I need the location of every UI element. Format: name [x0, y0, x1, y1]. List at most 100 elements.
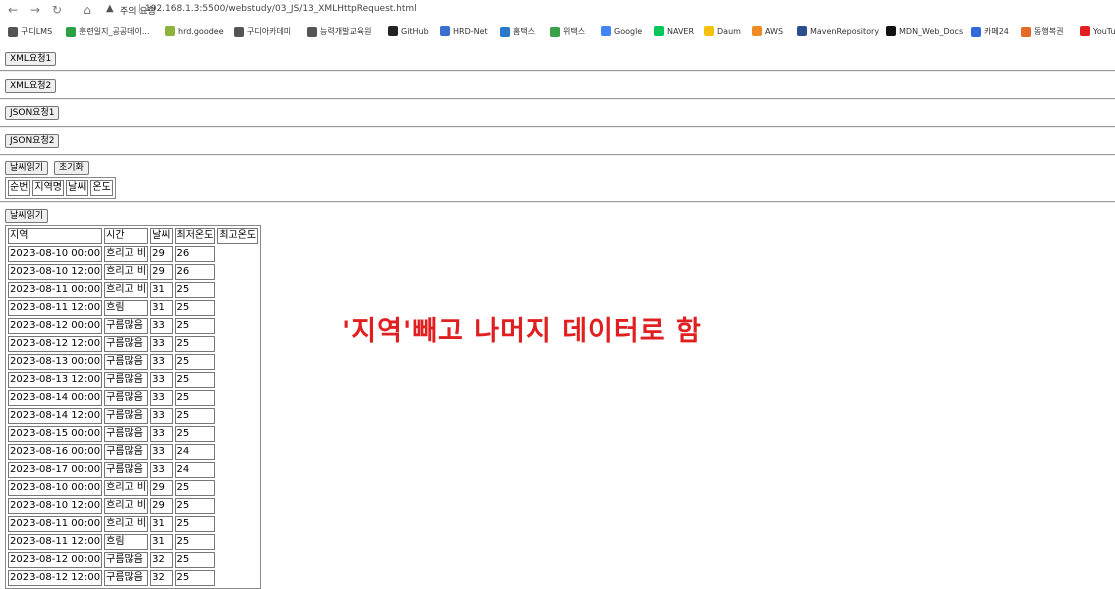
bookmark-item[interactable]: GitHub	[388, 26, 429, 36]
json-request-1-button[interactable]: JSON요청1	[5, 106, 60, 120]
bookmark-label: 홈택스	[513, 27, 536, 36]
table-cell: 25	[174, 372, 216, 388]
table-cell: 2023-08-17 00:00	[8, 462, 103, 478]
bookmark-item[interactable]: Google	[601, 26, 642, 36]
table-cell: 25	[174, 534, 216, 550]
table-cell: 2023-08-14 00:00	[8, 390, 103, 406]
bookmark-icon	[440, 26, 450, 36]
bookmark-icon	[388, 26, 398, 36]
table-cell: 2023-08-10 00:00	[8, 480, 103, 496]
bookmark-item[interactable]: YouTu	[1080, 26, 1115, 36]
bookmark-item[interactable]: hrd.goodee	[165, 26, 224, 36]
bookmark-item[interactable]: HRD-Net	[440, 26, 488, 36]
bookmark-item[interactable]: 훈련일지_공공데이...	[66, 26, 150, 37]
table-cell: 31	[150, 534, 173, 550]
table-cell: 33	[150, 336, 173, 352]
bookmark-item[interactable]: 구디아카데미	[234, 26, 291, 37]
bookmark-item[interactable]: 위택스	[550, 26, 585, 37]
bookmark-label: 위택스	[563, 27, 586, 36]
bookmark-icon	[971, 26, 981, 37]
forward-icon[interactable]: →	[28, 3, 42, 17]
table-cell: 29	[150, 480, 173, 496]
table-row: 2023-08-17 00:00 구름많음 33 24	[8, 462, 258, 478]
divider	[0, 98, 1115, 100]
bookmark-item[interactable]: NAVER	[654, 26, 694, 36]
table-cell: 31	[150, 282, 173, 298]
divider	[0, 70, 1115, 72]
bookmark-item[interactable]: 능력개발교육원	[307, 26, 372, 37]
bookmark-item[interactable]: 카페24	[971, 26, 1009, 37]
weather-read-button[interactable]: 날씨읽기	[5, 161, 49, 175]
table-cell: 2023-08-11 00:00	[8, 516, 103, 532]
table-cell: 25	[174, 426, 216, 442]
bookmark-label: Daum	[717, 26, 741, 36]
table-cell: 2023-08-11 00:00	[8, 282, 103, 298]
table-cell: 2023-08-13 12:00	[8, 372, 103, 388]
table-row: 2023-08-10 12:00 흐리고 비 29 26	[8, 264, 258, 280]
table-cell: 29	[150, 498, 173, 514]
bookmark-icon	[601, 26, 611, 36]
table-cell: 2023-08-12 12:00	[8, 570, 103, 586]
home-icon[interactable]: ⌂	[80, 3, 94, 17]
reload-icon[interactable]: ↻	[50, 3, 64, 17]
bookmark-label: 훈련일지_공공데이...	[79, 27, 150, 36]
table-cell: 24	[174, 462, 216, 478]
address-bar: ← → ↻ ⌂ ▲ 주의 요함 | 192.168.1.3:5500/webst…	[0, 0, 1115, 20]
table-cell: 2023-08-15 00:00	[8, 426, 103, 442]
url-separator: |	[138, 4, 142, 14]
bookmark-item[interactable]: AWS	[752, 26, 783, 36]
table-cell: 흐림	[104, 300, 149, 316]
table-cell: 구름많음	[104, 444, 149, 460]
table-cell: 25	[174, 552, 216, 568]
bookmark-label: MavenRepository	[810, 26, 880, 36]
bookmark-item[interactable]: 홈택스	[500, 26, 535, 37]
table-row: 2023-08-16 00:00 구름많음 33 24	[8, 444, 258, 460]
bookmark-item[interactable]: MavenRepository	[797, 26, 879, 36]
bookmark-item[interactable]: 동행복권	[1021, 26, 1063, 37]
table-cell: 2023-08-10 12:00	[8, 264, 103, 280]
xml-request-1-button[interactable]: XML요청1	[5, 52, 57, 66]
url-text[interactable]: 192.168.1.3:5500/webstudy/03_JS/13_XMLHt…	[145, 4, 417, 14]
json-request-2-button[interactable]: JSON요청2	[5, 134, 60, 148]
divider	[0, 126, 1115, 128]
table-row: 2023-08-14 00:00 구름많음 33 25	[8, 390, 258, 406]
table-header-row: 지역 시간 날씨 최저온도 최고온도	[8, 228, 259, 244]
bookmark-label: Google	[614, 26, 643, 36]
weather-read-2-button[interactable]: 날씨읽기	[5, 209, 49, 223]
bookmark-icon	[307, 26, 317, 37]
bookmark-item[interactable]: MDN_Web_Docs	[886, 26, 963, 36]
table-cell: 33	[150, 372, 173, 388]
xml-request-2-button[interactable]: XML요청2	[5, 79, 57, 93]
bookmark-item[interactable]: Daum	[704, 26, 741, 36]
table-cell: 구름많음	[104, 570, 149, 586]
back-icon[interactable]: ←	[6, 3, 20, 17]
table-cell: 25	[174, 354, 216, 370]
table-cell: 25	[174, 480, 216, 496]
bookmark-label: NAVER	[667, 26, 695, 36]
table-cell: 2023-08-10 00:00	[8, 246, 103, 262]
table-row: 2023-08-12 00:00 구름많음 32 25	[8, 552, 258, 568]
table-header-row: 순번 지역명 날씨 온도	[8, 180, 113, 196]
table-cell: 29	[150, 264, 173, 280]
bookmark-icon	[66, 26, 76, 37]
bookmark-item[interactable]: 구디LMS	[8, 26, 52, 37]
table-cell: 33	[150, 408, 173, 424]
table-cell: 2023-08-16 00:00	[8, 444, 103, 460]
browser-chrome: ← → ↻ ⌂ ▲ 주의 요함 | 192.168.1.3:5500/webst…	[0, 0, 1115, 45]
table-cell: 2023-08-12 00:00	[8, 318, 103, 334]
reset-button[interactable]: 초기화	[54, 161, 89, 175]
table-cell: 흐리고 비	[104, 246, 149, 262]
table-cell: 33	[150, 354, 173, 370]
bookmark-label: 능력개발교육원	[320, 27, 372, 36]
bookmark-icon	[500, 26, 510, 37]
warning-icon[interactable]: ▲	[106, 3, 114, 14]
table-cell: 2023-08-11 12:00	[8, 534, 103, 550]
table-row: 2023-08-12 12:00 구름많음 33 25	[8, 336, 258, 352]
table-row: 2023-08-11 12:00 흐림 31 25	[8, 534, 258, 550]
bookmark-label: MDN_Web_Docs	[899, 26, 964, 36]
table-cell: 2023-08-11 12:00	[8, 300, 103, 316]
table-header-cell: 최고온도	[217, 228, 259, 244]
table-cell: 25	[174, 282, 216, 298]
table-cell: 25	[174, 570, 216, 586]
table-header-cell: 날씨	[66, 180, 89, 196]
